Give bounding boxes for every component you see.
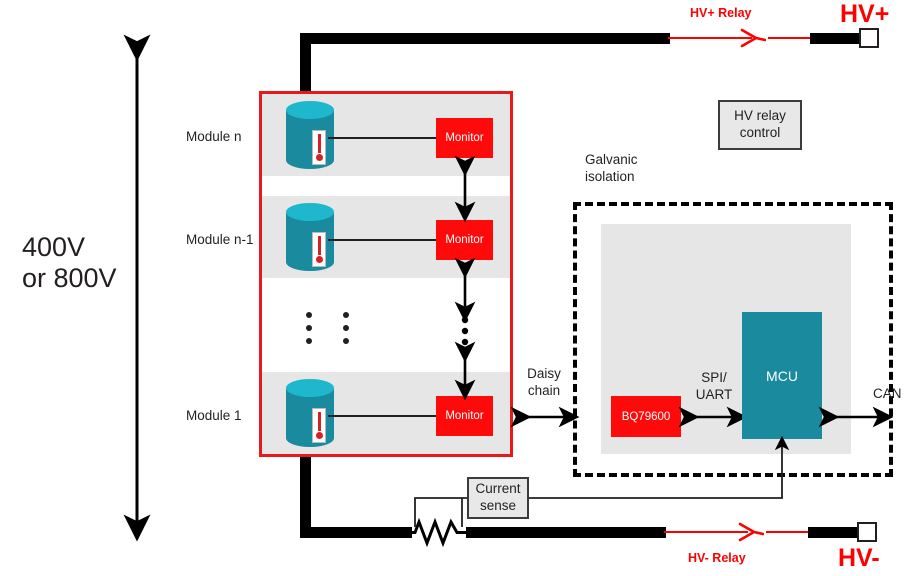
bms-block-diagram: 400Vor 800V HV+ Relay HV+ HV- Relay HV- xyxy=(0,0,911,576)
current-sense-wiring xyxy=(414,435,790,527)
